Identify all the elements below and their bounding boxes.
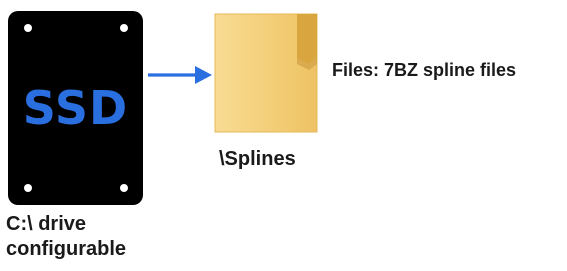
files-caption: Files: 7BZ spline files (332, 60, 517, 80)
folder-icon (214, 13, 318, 133)
ssd-label: SSD (22, 81, 129, 135)
drive-caption: C:\ drive configurable (6, 213, 127, 260)
screw-icon (24, 184, 32, 192)
right-arrow-icon (148, 66, 212, 84)
screw-icon (24, 24, 32, 32)
folder-caption: \Splines (219, 148, 296, 170)
screw-icon (120, 184, 128, 192)
screw-icon (120, 24, 128, 32)
ssd-drive-icon: SSD (8, 11, 143, 205)
